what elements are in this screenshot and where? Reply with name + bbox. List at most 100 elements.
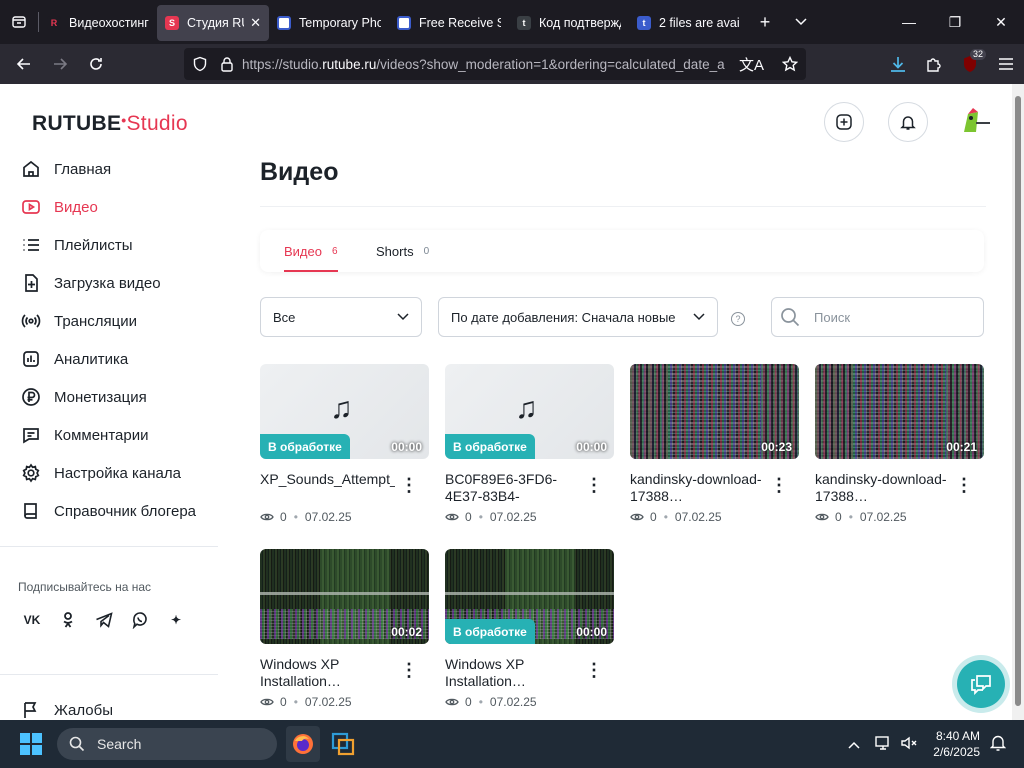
minimize-button[interactable]: — xyxy=(886,0,932,44)
support-chat-button[interactable] xyxy=(957,660,1005,708)
browser-tab[interactable]: Free Receive SI xyxy=(389,5,509,41)
ok-icon[interactable] xyxy=(56,608,80,632)
rutube-studio-logo[interactable]: RUTUBE•Studio xyxy=(32,112,188,136)
vk-icon[interactable]: VK xyxy=(20,608,44,632)
sidebar-item-upload[interactable]: Загрузка видео xyxy=(20,269,161,297)
video-card[interactable]: 00:23 kandinsky-download-17388… ⋮ 0 • 07… xyxy=(630,364,799,524)
notification-bell-icon[interactable] xyxy=(989,734,1007,757)
tab-list-icon[interactable] xyxy=(0,0,38,44)
translate-icon[interactable]: 文A xyxy=(739,54,764,75)
viber-icon[interactable] xyxy=(128,608,152,632)
reload-button[interactable] xyxy=(78,44,114,84)
back-button[interactable] xyxy=(6,44,42,84)
filter-select[interactable]: Все xyxy=(260,297,422,337)
taskbar-clock[interactable]: 8:40 AM 2/6/2025 xyxy=(933,728,980,760)
tab-shorts[interactable]: Shorts 0 xyxy=(376,230,429,272)
search-box[interactable] xyxy=(771,297,984,337)
extensions-puzzle-icon[interactable] xyxy=(916,44,952,84)
tab-count: 0 xyxy=(423,245,430,257)
url-text[interactable]: https://studio.rutube.ru/videos?show_mod… xyxy=(242,57,742,72)
book-icon xyxy=(20,500,42,522)
tab-overflow-chevron-icon[interactable] xyxy=(783,0,819,44)
firefox-taskbar-icon[interactable] xyxy=(286,726,320,762)
tab-label: Видео xyxy=(284,243,322,259)
help-icon[interactable]: ? xyxy=(731,312,745,326)
virtualbox-taskbar-icon[interactable] xyxy=(330,732,356,761)
browser-tab-active[interactable]: S Студия RUTU ✕ xyxy=(157,5,269,41)
video-title[interactable]: kandinsky-download-17388… xyxy=(630,471,765,505)
search-icon xyxy=(781,308,800,327)
maximize-button[interactable]: ❐ xyxy=(932,0,978,44)
video-title[interactable]: XP_Sounds_Attempt_Extended_CB… xyxy=(260,471,395,505)
video-title[interactable]: Windows XP Installation… xyxy=(445,656,580,690)
sidebar-item-analytics[interactable]: Аналитика xyxy=(20,345,128,373)
sort-select[interactable]: По дате добавления: Сначала новые xyxy=(438,297,718,337)
sidebar-item-complaints[interactable]: Жалобы xyxy=(20,696,113,720)
content-tabs: Видео 6 Shorts 0 xyxy=(260,230,984,272)
browser-tab[interactable]: t Код подтвержд xyxy=(509,5,629,41)
volume-muted-icon[interactable] xyxy=(900,734,918,757)
video-card[interactable]: В обработке 00:00 Windows XP Installatio… xyxy=(445,549,614,709)
more-options-icon[interactable]: ⋮ xyxy=(400,474,418,496)
chat-icon xyxy=(971,675,991,695)
video-thumbnail[interactable]: ♫ В обработке 00:00 xyxy=(260,364,429,459)
new-tab-button[interactable]: + xyxy=(747,0,783,44)
sidebar-item-channel-settings[interactable]: Настройка канала xyxy=(20,459,181,487)
lock-icon[interactable] xyxy=(220,56,234,72)
video-card[interactable]: 00:02 Windows XP Installation… ⋮ 0 • 07.… xyxy=(260,549,429,709)
video-thumbnail[interactable]: ♫ В обработке 00:00 xyxy=(445,364,614,459)
title-divider xyxy=(260,206,986,207)
bookmark-star-icon[interactable] xyxy=(782,56,798,72)
notifications-bell-button[interactable] xyxy=(888,102,928,142)
more-options-icon[interactable]: ⋮ xyxy=(955,474,973,496)
playlist-icon xyxy=(20,234,42,256)
close-window-button[interactable]: ✕ xyxy=(978,0,1024,44)
search-input[interactable] xyxy=(814,309,964,325)
network-icon[interactable] xyxy=(874,734,892,757)
sidebar-item-home[interactable]: Главная xyxy=(20,155,111,183)
downloads-icon[interactable] xyxy=(880,44,916,84)
sidebar-item-monetization[interactable]: Монетизация xyxy=(20,383,147,411)
video-title[interactable]: Windows XP Installation… xyxy=(260,656,395,690)
menu-hamburger-icon[interactable] xyxy=(988,44,1024,84)
eye-icon xyxy=(260,698,274,706)
browser-tab[interactable]: t 2 files are avail xyxy=(629,5,747,41)
video-thumbnail[interactable]: 00:23 xyxy=(630,364,799,459)
video-title[interactable]: BC0F89E6-3FD6-4E37-83B4-91D86A… xyxy=(445,471,580,505)
upload-plus-button[interactable] xyxy=(824,102,864,142)
video-thumbnail[interactable]: В обработке 00:00 xyxy=(445,549,614,644)
avatar[interactable] xyxy=(956,106,992,138)
sparkle-icon[interactable]: ✦ xyxy=(164,608,188,632)
windows-start-icon[interactable] xyxy=(20,733,42,760)
sidebar-item-label: Главная xyxy=(54,160,112,178)
sidebar-item-blogger-guide[interactable]: Справочник блогера xyxy=(20,497,196,525)
page-scrollbar[interactable] xyxy=(1012,84,1024,720)
video-card[interactable]: 00:21 kandinsky-download-17388… ⋮ 0 • 07… xyxy=(815,364,984,524)
url-bar[interactable]: https://studio.rutube.ru/videos?show_mod… xyxy=(184,48,806,80)
tab-video[interactable]: Видео 6 xyxy=(284,230,338,272)
ublock-extension-icon[interactable]: 32 xyxy=(952,44,988,84)
more-options-icon[interactable]: ⋮ xyxy=(585,474,603,496)
sidebar-item-video[interactable]: Видео xyxy=(20,193,98,221)
more-options-icon[interactable]: ⋮ xyxy=(770,474,788,496)
taskbar-search[interactable]: Search xyxy=(57,728,277,760)
close-tab-icon[interactable]: ✕ xyxy=(250,15,261,31)
sidebar-item-playlists[interactable]: Плейлисты xyxy=(20,231,133,259)
more-options-icon[interactable]: ⋮ xyxy=(585,659,603,681)
telegram-icon[interactable] xyxy=(92,608,116,632)
browser-tab[interactable]: R Видеохостинг xyxy=(39,5,157,41)
browser-tab[interactable]: Temporary Pho xyxy=(269,5,389,41)
video-card[interactable]: ♫ В обработке 00:00 BC0F89E6-3FD6-4E37-8… xyxy=(445,364,614,524)
more-options-icon[interactable]: ⋮ xyxy=(400,659,418,681)
shield-icon[interactable] xyxy=(192,56,208,72)
sidebar-item-comments[interactable]: Комментарии xyxy=(20,421,148,449)
forward-button[interactable] xyxy=(42,44,78,84)
sidebar-item-broadcasts[interactable]: Трансляции xyxy=(20,307,137,335)
video-thumbnail[interactable]: 00:21 xyxy=(815,364,984,459)
video-thumbnail[interactable]: 00:02 xyxy=(260,549,429,644)
tumblr-favicon-icon: t xyxy=(517,16,531,30)
gear-icon xyxy=(20,462,42,484)
video-card[interactable]: ♫ В обработке 00:00 XP_Sounds_Attempt_Ex… xyxy=(260,364,429,524)
tray-chevron-up-icon[interactable] xyxy=(848,736,860,754)
video-title[interactable]: kandinsky-download-17388… xyxy=(815,471,950,505)
